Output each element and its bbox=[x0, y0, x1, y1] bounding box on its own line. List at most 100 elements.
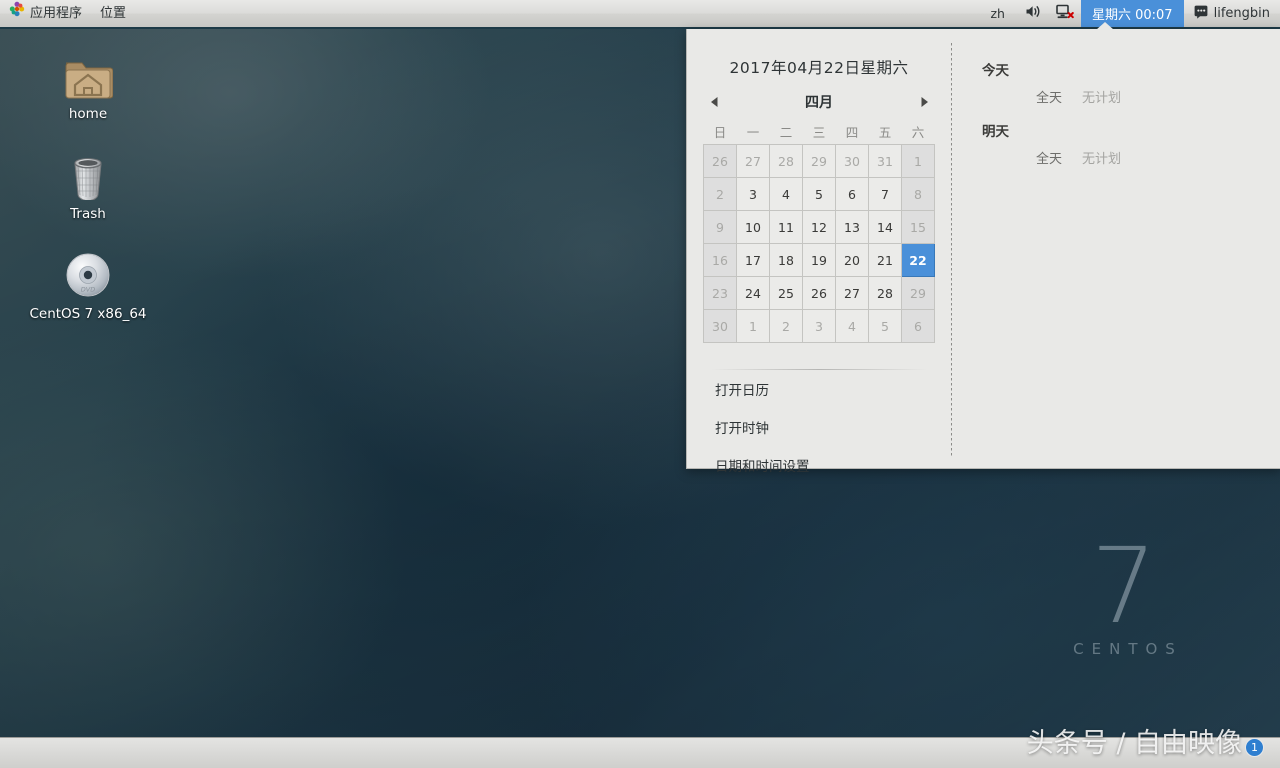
calendar-day-cell[interactable]: 13 bbox=[835, 210, 869, 244]
calendar-day-cell[interactable]: 16 bbox=[703, 243, 737, 277]
top-panel: 应用程序 位置 zh 星期六 00:07 lifengbin bbox=[0, 0, 1280, 29]
language-label: zh bbox=[990, 6, 1005, 21]
calendar-day-cell[interactable]: 29 bbox=[802, 144, 836, 178]
calendar-day-cell[interactable]: 2 bbox=[769, 309, 803, 343]
desktop-icon-label: CentOS 7 x86_64 bbox=[29, 306, 147, 322]
calendar-day-cell[interactable]: 3 bbox=[802, 309, 836, 343]
calendar-day-cell[interactable]: 4 bbox=[769, 177, 803, 211]
calendar-day-cell[interactable]: 23 bbox=[703, 276, 737, 310]
places-menu-label: 位置 bbox=[100, 6, 127, 21]
places-menu[interactable]: 位置 bbox=[91, 1, 135, 26]
volume-speaker-icon bbox=[1025, 4, 1042, 23]
calendar-weekday-header: 三 bbox=[812, 124, 826, 140]
calendar-day-cell[interactable]: 12 bbox=[802, 210, 836, 244]
calendar-day-cell[interactable]: 27 bbox=[736, 144, 770, 178]
events-pane: 今天 全天 无计划 明天 全天 无计划 bbox=[952, 29, 1280, 468]
calendar-day-cell[interactable]: 30 bbox=[703, 309, 737, 343]
calendar-day-cell[interactable]: 7 bbox=[868, 177, 902, 211]
calendar-day-cell[interactable]: 8 bbox=[901, 177, 935, 211]
home-folder-icon bbox=[28, 44, 148, 100]
calendar-week-row: 26 27 28 29 30 31 1 bbox=[703, 144, 935, 178]
network-indicator[interactable] bbox=[1049, 1, 1081, 26]
calendar-pane: 2017年04月22日星期六 四月 日一二三四五六 26 27 28 29 30 31 1 2… bbox=[687, 29, 951, 475]
clock-label: 星期六 00:07 bbox=[1091, 8, 1173, 23]
calendar-weekday-header-row: 日一二三四五六 bbox=[704, 118, 935, 145]
calendar-day-cell[interactable]: 27 bbox=[835, 276, 869, 310]
calendar-day-cell[interactable]: 31 bbox=[868, 144, 902, 178]
calendar-day-cell[interactable]: 6 bbox=[835, 177, 869, 211]
network-disconnected-icon bbox=[1056, 4, 1074, 24]
event-day-heading: 明天 bbox=[982, 124, 1009, 140]
user-menu-button[interactable]: lifengbin bbox=[1184, 1, 1280, 26]
calendar-day-cell[interactable]: 26 bbox=[802, 276, 836, 310]
triangle-right-icon[interactable] bbox=[913, 92, 935, 112]
gnome-applications-icon bbox=[9, 1, 25, 26]
calendar-weekday-header: 四 bbox=[845, 124, 859, 140]
calendar-day-cell[interactable]: 1 bbox=[901, 144, 935, 178]
desktop-icon-centos-dvd[interactable]: DVD CentOS 7 x86_64 bbox=[28, 244, 148, 322]
calendar-grid: 日一二三四五六 26 27 28 29 30 31 1 2 3 4 5 6 7 8 9 10 11 12 13 14 1… bbox=[703, 118, 935, 343]
calendar-day-cell[interactable]: 30 bbox=[835, 144, 869, 178]
calendar-action-item[interactable]: 打开时钟 bbox=[687, 408, 951, 446]
calendar-month-label: 四月 bbox=[805, 95, 833, 111]
calendar-day-cell[interactable]: 24 bbox=[736, 276, 770, 310]
calendar-week-row: 23 24 25 26 27 28 29 bbox=[703, 276, 935, 310]
event-time: 全天 bbox=[1036, 152, 1063, 167]
calendar-day-selected[interactable]: 22 bbox=[901, 243, 935, 277]
trash-bin-icon bbox=[28, 144, 148, 200]
calendar-day-cell[interactable]: 11 bbox=[769, 210, 803, 244]
popup-pointer-arrow bbox=[1096, 22, 1114, 30]
language-indicator[interactable]: zh bbox=[978, 1, 1018, 26]
calendar-day-cell[interactable]: 5 bbox=[802, 177, 836, 211]
calendar-day-cell[interactable]: 20 bbox=[835, 243, 869, 277]
calendar-week-row: 9 10 11 12 13 14 15 bbox=[703, 210, 935, 244]
desktop-icon-label: Trash bbox=[70, 206, 106, 222]
calendar-day-cell[interactable]: 21 bbox=[868, 243, 902, 277]
desktop-icon-label: home bbox=[68, 106, 108, 122]
calendar-day-cell[interactable]: 3 bbox=[736, 177, 770, 211]
calendar-week-row: 30 1 2 3 4 5 6 bbox=[703, 309, 935, 343]
event-row: 全天 无计划 bbox=[982, 81, 1280, 120]
system-tray: zh bbox=[978, 1, 1081, 26]
triangle-left-icon[interactable] bbox=[703, 92, 725, 112]
event-row: 全天 无计划 bbox=[982, 142, 1280, 181]
calendar-day-cell[interactable]: 15 bbox=[901, 210, 935, 244]
calendar-day-cell[interactable]: 5 bbox=[868, 309, 902, 343]
desktop-icon-trash[interactable]: Trash bbox=[28, 144, 148, 222]
volume-indicator[interactable] bbox=[1018, 1, 1049, 26]
calendar-day-cell[interactable]: 4 bbox=[835, 309, 869, 343]
svg-text:DVD: DVD bbox=[81, 286, 95, 294]
desktop-icon-home[interactable]: home bbox=[28, 44, 148, 122]
user-name-label: lifengbin bbox=[1213, 6, 1270, 21]
calendar-day-cell[interactable]: 17 bbox=[736, 243, 770, 277]
calendar-action-item[interactable]: 日期和时间设置 bbox=[687, 446, 951, 484]
applications-menu[interactable]: 应用程序 bbox=[0, 1, 91, 26]
calendar-day-cell[interactable]: 6 bbox=[901, 309, 935, 343]
calendar-day-cell[interactable]: 18 bbox=[769, 243, 803, 277]
calendar-day-cell[interactable]: 10 bbox=[736, 210, 770, 244]
calendar-weekday-header: 二 bbox=[779, 124, 793, 140]
calendar-day-cell[interactable]: 1 bbox=[736, 309, 770, 343]
calendar-week-row: 16 17 18 19 20 21 22 bbox=[703, 243, 935, 277]
calendar-day-cell[interactable]: 9 bbox=[703, 210, 737, 244]
calendar-day-cell[interactable]: 29 bbox=[901, 276, 935, 310]
calendar-weekday-header: 六 bbox=[911, 124, 925, 140]
calendar-day-cell[interactable]: 28 bbox=[868, 276, 902, 310]
calendar-action-item[interactable]: 打开日历 bbox=[687, 370, 951, 408]
event-description: 无计划 bbox=[1082, 91, 1122, 106]
calendar-day-cell[interactable]: 2 bbox=[703, 177, 737, 211]
bottom-panel bbox=[0, 737, 1280, 768]
event-day-heading: 今天 bbox=[982, 63, 1009, 79]
calendar-day-cell[interactable]: 19 bbox=[802, 243, 836, 277]
calendar-weekday-header: 日 bbox=[713, 124, 727, 140]
dvd-disc-icon: DVD bbox=[28, 244, 148, 300]
applications-menu-label: 应用程序 bbox=[30, 6, 83, 21]
calendar-weekday-header: 一 bbox=[746, 124, 760, 140]
event-time: 全天 bbox=[1036, 91, 1063, 106]
calendar-day-cell[interactable]: 26 bbox=[703, 144, 737, 178]
calendar-day-cell[interactable]: 25 bbox=[769, 276, 803, 310]
calendar-day-cell[interactable]: 28 bbox=[769, 144, 803, 178]
calendar-day-cell[interactable]: 14 bbox=[868, 210, 902, 244]
calendar-popup: 2017年04月22日星期六 四月 日一二三四五六 26 27 28 29 30 31 1 2… bbox=[686, 29, 1280, 475]
calendar-body: 26 27 28 29 30 31 1 2 3 4 5 6 7 8 9 10 11 12 13 14 15 16 17 18 1… bbox=[703, 144, 935, 343]
